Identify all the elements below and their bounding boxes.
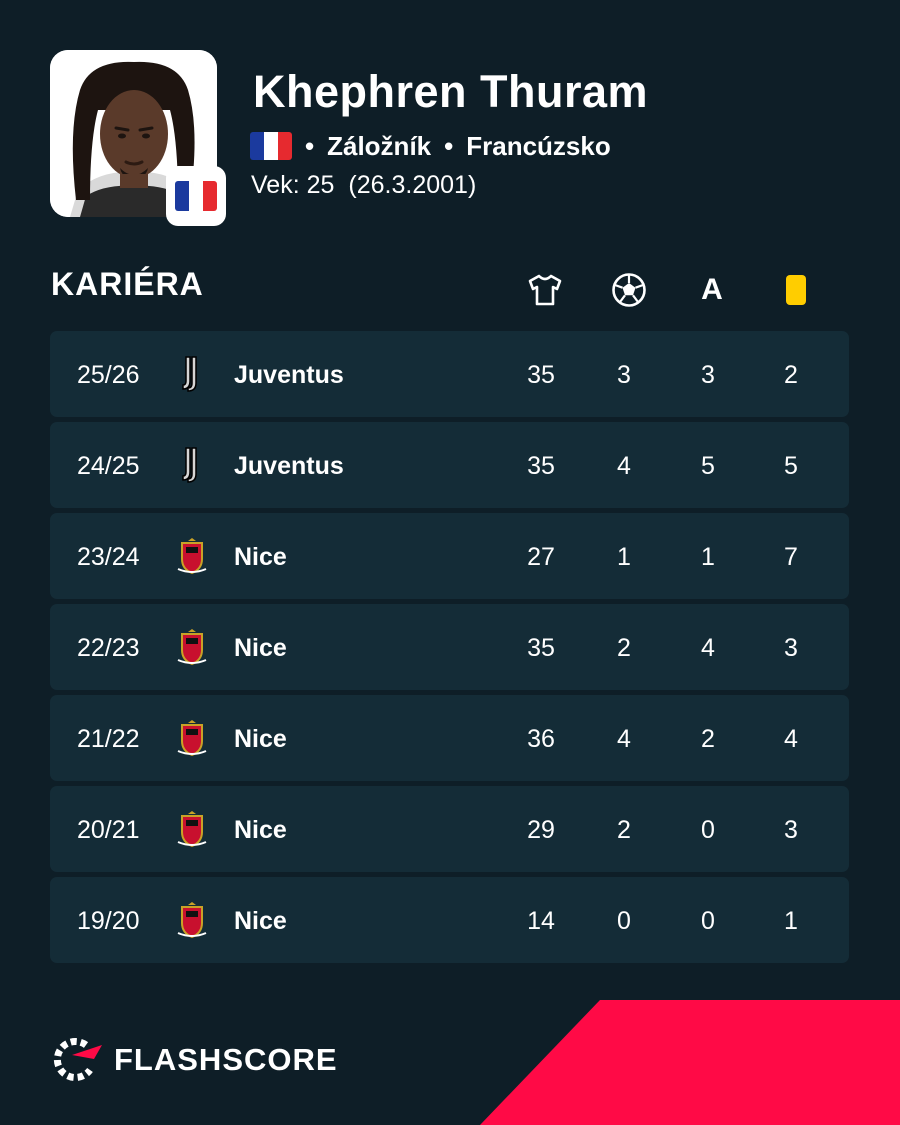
assists: 4 <box>701 634 715 662</box>
assists: 0 <box>701 816 715 844</box>
team-name: Nice <box>234 543 287 571</box>
season: 24/25 <box>77 452 140 480</box>
football-icon <box>611 272 647 308</box>
appearances: 27 <box>527 543 555 571</box>
brand-logo: FLASHSCORE <box>50 1037 338 1083</box>
season: 22/23 <box>77 634 140 662</box>
yellow-cards: 7 <box>784 543 798 571</box>
separator-dot: • <box>444 130 454 161</box>
career-row: 25/26 Juventus 35 3 3 2 <box>50 331 849 417</box>
flashscore-logo-icon <box>53 1038 102 1082</box>
player-name: Khephren Thuram <box>253 66 649 117</box>
appearances: 29 <box>527 816 555 844</box>
assist-icon: A <box>701 273 723 306</box>
juventus-crest-icon <box>174 446 210 484</box>
yellow-cards: 3 <box>784 634 798 662</box>
season: 20/21 <box>77 816 140 844</box>
yellow-cards: 2 <box>784 361 798 389</box>
team-name: Juventus <box>234 452 344 480</box>
goals: 1 <box>617 543 631 571</box>
appearances: 14 <box>527 907 555 935</box>
yellow-card-icon <box>778 272 814 308</box>
yellow-cards: 1 <box>784 907 798 935</box>
career-row: 24/25 Juventus 35 4 5 5 <box>50 422 849 508</box>
goals: 2 <box>617 816 631 844</box>
season: 21/22 <box>77 725 140 753</box>
nice-crest-icon <box>174 537 210 575</box>
player-age: Vek: 25 (26.3.2001) <box>251 171 476 200</box>
player-meta: • Záložník • Francúzsko <box>250 130 611 162</box>
assists: 5 <box>701 452 715 480</box>
goals: 4 <box>617 452 631 480</box>
career-row: 19/20 Nice 14 0 0 1 <box>50 877 849 963</box>
career-row: 22/23 Nice 35 2 4 3 <box>50 604 849 690</box>
appearances: 35 <box>527 361 555 389</box>
yellow-cards: 3 <box>784 816 798 844</box>
season: 25/26 <box>77 361 140 389</box>
brand-name: FLASHSCORE <box>114 1042 338 1077</box>
appearances: 35 <box>527 634 555 662</box>
appearances: 36 <box>527 725 555 753</box>
assists: 3 <box>701 361 715 389</box>
career-card: Khephren Thuram • Záložník • Francúzsko … <box>0 0 900 1125</box>
player-country: Francúzsko <box>466 130 611 161</box>
goals: 3 <box>617 361 631 389</box>
goals: 0 <box>617 907 631 935</box>
nice-crest-icon <box>174 628 210 666</box>
team-name: Nice <box>234 816 287 844</box>
career-title: KARIÉRA <box>51 266 204 302</box>
assists: 1 <box>701 543 715 571</box>
age-text: Vek: 25 <box>251 171 335 199</box>
france-flag-icon <box>175 181 217 211</box>
team-name: Nice <box>234 725 287 753</box>
yellow-cards: 5 <box>784 452 798 480</box>
jersey-icon <box>527 272 563 308</box>
nice-crest-icon <box>174 719 210 757</box>
career-row: 21/22 Nice 36 4 2 4 <box>50 695 849 781</box>
goals: 2 <box>617 634 631 662</box>
team-name: Nice <box>234 907 287 935</box>
birth-date: (26.3.2001) <box>348 171 477 199</box>
separator-dot: • <box>305 130 315 161</box>
goals: 4 <box>617 725 631 753</box>
yellow-cards: 4 <box>784 725 798 753</box>
nice-crest-icon <box>174 810 210 848</box>
team-name: Juventus <box>234 361 344 389</box>
appearances: 35 <box>527 452 555 480</box>
nice-crest-icon <box>174 901 210 939</box>
nationality-badge <box>166 166 226 226</box>
france-flag-icon <box>250 132 292 160</box>
juventus-crest-icon <box>174 355 210 393</box>
assists: 0 <box>701 907 715 935</box>
player-position: Záložník <box>327 130 432 161</box>
season: 19/20 <box>77 907 140 935</box>
career-row: 20/21 Nice 29 2 0 3 <box>50 786 849 872</box>
career-row: 23/24 Nice 27 1 1 7 <box>50 513 849 599</box>
assists: 2 <box>701 725 715 753</box>
season: 23/24 <box>77 543 140 571</box>
team-name: Nice <box>234 634 287 662</box>
